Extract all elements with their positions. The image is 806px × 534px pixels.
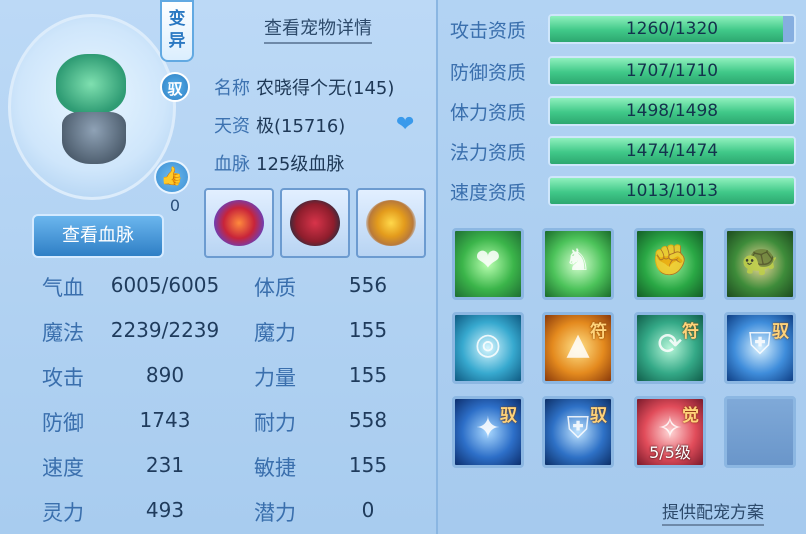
skill-slot[interactable]: ▲ 符 xyxy=(542,312,614,384)
equipment-slot-collar[interactable] xyxy=(204,188,274,258)
attribute-label: 力量 xyxy=(254,366,296,390)
pet-talent-row: 天资 极(15716) xyxy=(214,112,345,138)
collar-icon xyxy=(214,200,264,246)
aptitude-value: 1707/1710 xyxy=(625,61,719,81)
attribute-label: 潜力 xyxy=(254,501,296,525)
heart-icon[interactable]: ❤ xyxy=(396,112,414,137)
stat-label: 攻击 xyxy=(42,366,84,390)
stat-label: 魔法 xyxy=(42,321,84,345)
aptitude-label: 法力资质 xyxy=(450,142,527,164)
pet-bloodline: 125级血脉 xyxy=(256,154,345,175)
talent-label: 天资 xyxy=(214,116,250,137)
attribute-label: 敏捷 xyxy=(254,456,296,480)
pet-plan-link[interactable]: 提供配宠方案 xyxy=(662,498,764,526)
skill-badge: 觉 xyxy=(682,406,699,426)
stat-value: 890 xyxy=(145,363,185,387)
stat-label: 速度 xyxy=(42,456,84,480)
stat-label: 灵力 xyxy=(42,501,84,525)
aptitude-label: 防御资质 xyxy=(450,62,527,84)
skill-badge: 符 xyxy=(682,322,699,342)
skill-slot[interactable]: ✊ xyxy=(634,228,706,300)
skill-slot[interactable]: 🐢 xyxy=(724,228,796,300)
empty-skill-slot[interactable] xyxy=(724,396,796,468)
equipment-slot-amulet[interactable] xyxy=(356,188,426,258)
aptitude-bar: 1498/1498 xyxy=(548,96,796,126)
skill-slot[interactable]: ♞ xyxy=(542,228,614,300)
aptitude-bar: 1474/1474 xyxy=(548,136,796,166)
aptitude-bar: 1260/1320 xyxy=(548,14,796,44)
stat-value: 1743 xyxy=(139,408,191,432)
aptitude-value: 1260/1320 xyxy=(625,19,719,39)
name-label: 名称 xyxy=(214,78,250,99)
attribute-value: 558 xyxy=(348,408,388,432)
equipment-slot-armor[interactable] xyxy=(280,188,350,258)
bloodline-label: 血脉 xyxy=(214,154,250,175)
stat-label: 气血 xyxy=(42,276,84,300)
attribute-label: 耐力 xyxy=(254,411,296,435)
aptitude-label: 体力资质 xyxy=(450,102,527,124)
pet-talent: 极(15716) xyxy=(256,116,346,137)
aptitude-bar: 1013/1013 xyxy=(548,176,796,206)
skill-slot[interactable]: ⛨ 驭 xyxy=(724,312,796,384)
stat-label: 防御 xyxy=(42,411,84,435)
stat-value: 493 xyxy=(145,498,185,522)
skill-badge: 驭 xyxy=(500,406,517,426)
winged-heart-icon: ❤ xyxy=(475,243,501,278)
skill-badge: 驭 xyxy=(772,322,789,342)
stat-value: 6005/6005 xyxy=(110,273,220,297)
amulet-icon xyxy=(366,200,416,246)
skill-slot[interactable]: ◎ xyxy=(452,312,524,384)
pet-bloodline-row: 血脉 125级血脉 xyxy=(214,150,344,176)
aptitude-value: 1474/1474 xyxy=(625,141,719,161)
armor-icon xyxy=(290,200,340,246)
mutation-tag: 变异 xyxy=(160,0,194,62)
stat-value: 2239/2239 xyxy=(110,318,220,342)
thumbs-up-icon[interactable]: 👍 xyxy=(154,160,190,194)
attribute-label: 魔力 xyxy=(254,321,296,345)
aptitude-label: 攻击资质 xyxy=(450,20,527,42)
skill-slot[interactable]: ⛨ 驭 xyxy=(542,396,614,468)
skill-badge: 驭 xyxy=(590,406,607,426)
pet-cauldron-image xyxy=(62,112,126,164)
pet-name: 农晓得个无(145) xyxy=(256,78,395,99)
attribute-label: 体质 xyxy=(254,276,296,300)
charging-horse-icon: ♞ xyxy=(564,243,592,278)
like-count: 0 xyxy=(169,196,181,215)
view-pet-details-link[interactable]: 查看宠物详情 xyxy=(264,14,372,44)
pet-name-row: 名称 农晓得个无(145) xyxy=(214,74,394,100)
aptitude-bar: 1707/1710 xyxy=(548,56,796,86)
skill-slot[interactable]: ⟳ 符 xyxy=(634,312,706,384)
attribute-value: 0 xyxy=(361,498,375,522)
aptitude-label: 速度资质 xyxy=(450,182,527,204)
ride-badge[interactable]: 驭 xyxy=(160,72,190,102)
aptitude-value: 1013/1013 xyxy=(625,181,719,201)
skill-slot[interactable]: ✦ 驭 xyxy=(452,396,524,468)
attribute-value: 155 xyxy=(348,453,388,477)
attribute-value: 155 xyxy=(348,363,388,387)
skill-slot[interactable]: ❤ xyxy=(452,228,524,300)
skill-badge: 符 xyxy=(590,322,607,342)
pet-creature-image xyxy=(56,54,126,114)
turtle-icon: 🐢 xyxy=(741,243,779,278)
skill-slot[interactable]: ✧ 觉 5/5级 xyxy=(634,396,706,468)
pet-portrait xyxy=(8,14,176,200)
stat-value: 231 xyxy=(145,453,185,477)
attribute-value: 556 xyxy=(348,273,388,297)
cauldron-shield-icon: ◎ xyxy=(474,327,502,362)
attribute-value: 155 xyxy=(348,318,388,342)
aptitude-value: 1498/1498 xyxy=(625,101,719,121)
green-giant-icon: ✊ xyxy=(651,243,689,278)
view-bloodline-button[interactable]: 查看血脉 xyxy=(32,214,164,258)
skill-level: 5/5级 xyxy=(649,443,691,462)
